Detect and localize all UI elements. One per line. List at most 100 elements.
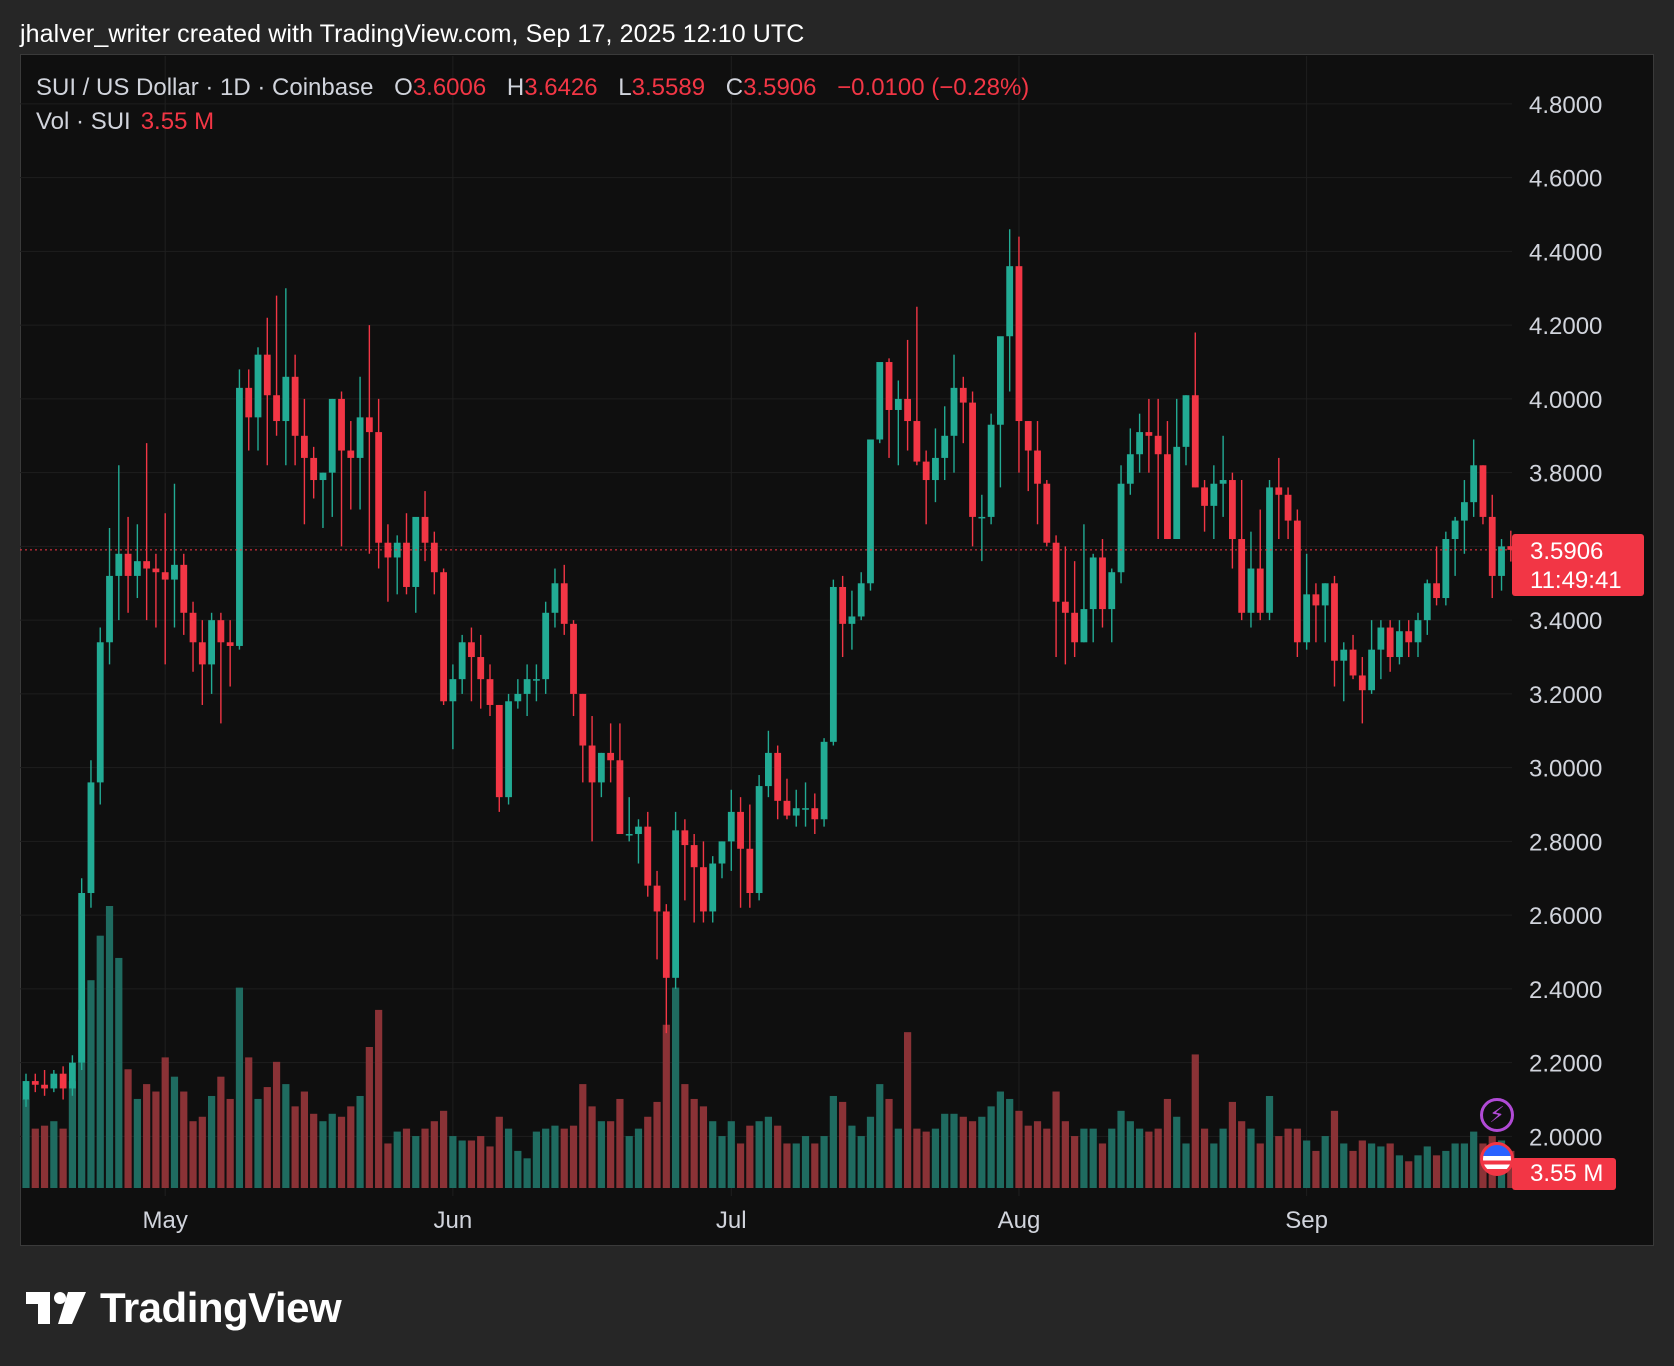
high-key: H (507, 74, 524, 101)
candle (255, 347, 262, 450)
volume-bar (1470, 1132, 1477, 1188)
volume-legend: Vol · SUI3.55 M (36, 108, 214, 136)
volume-bar (236, 988, 243, 1188)
volume-bar (1377, 1146, 1384, 1188)
volume-bar (384, 1143, 391, 1188)
lightning-icon[interactable]: ⚡ (1480, 1098, 1514, 1132)
volume-bar (765, 1117, 772, 1188)
candle (292, 355, 299, 466)
candle-body (561, 583, 568, 624)
volume-bar (709, 1121, 716, 1188)
volume-bar (579, 1084, 586, 1188)
candle-body (997, 336, 1004, 424)
candle-body (839, 587, 846, 624)
candle-body (635, 827, 642, 834)
candle-body (811, 808, 818, 819)
candle (1090, 554, 1097, 642)
candle-body (143, 561, 150, 568)
high-value: 3.6426 (524, 74, 597, 101)
candle (1053, 535, 1060, 657)
candle (765, 731, 772, 797)
candles (23, 229, 1515, 1107)
candle-body (598, 753, 605, 782)
candle (97, 628, 104, 805)
candlestick-chart[interactable]: 4.80004.60004.40004.20004.00003.80003.60… (0, 0, 1674, 1366)
candle-body (644, 827, 651, 886)
candle (1062, 546, 1069, 664)
volume-bar (134, 1099, 141, 1188)
us-flag-icon[interactable] (1480, 1142, 1514, 1176)
volume-bar (524, 1158, 531, 1188)
candle-body (830, 587, 837, 742)
candle-body (320, 473, 327, 480)
candle (849, 591, 856, 650)
candle (793, 790, 800, 827)
candle (951, 355, 958, 473)
volume-bar (960, 1117, 967, 1188)
candle-body (1229, 480, 1236, 539)
volume-bar (839, 1102, 846, 1188)
change-value: −0.0100 (−0.28%) (837, 74, 1029, 101)
volume-bar (598, 1121, 605, 1188)
symbol-title[interactable]: SUI / US Dollar · 1D · Coinbase (36, 74, 373, 101)
candle (477, 635, 484, 709)
candle-body (904, 399, 911, 421)
candle (60, 1066, 67, 1099)
volume-bar (1266, 1096, 1273, 1188)
candle (190, 602, 197, 672)
candle (784, 779, 791, 820)
candle-body (366, 417, 373, 432)
candle-body (1331, 583, 1338, 660)
candle-body (1285, 495, 1292, 521)
volume-bar (913, 1129, 920, 1188)
x-tick-label: Jul (716, 1207, 747, 1234)
tradingview-brand[interactable]: TradingView (24, 1284, 341, 1332)
candle (913, 307, 920, 466)
candle (1285, 487, 1292, 539)
candle-body (78, 893, 85, 1063)
volume-bar (412, 1136, 419, 1188)
candle (579, 694, 586, 782)
candle (208, 613, 215, 694)
y-tick-label: 4.0000 (1529, 387, 1602, 414)
volume-title[interactable]: Vol · SUI (36, 108, 131, 135)
last-price-value: 3.5906 (1530, 537, 1644, 566)
candle-body (756, 786, 763, 893)
candle-body (1350, 650, 1357, 676)
volume-bar (1247, 1129, 1254, 1188)
candle (143, 443, 150, 620)
volume-bar (87, 980, 94, 1188)
volume-bar (180, 1092, 187, 1188)
volume-bar (932, 1129, 939, 1188)
volume-bar (421, 1129, 428, 1188)
candle (1387, 620, 1394, 672)
candle-body (579, 694, 586, 746)
candle (932, 428, 939, 502)
candle-body (1164, 454, 1171, 539)
volume-bar (848, 1126, 855, 1188)
candle-body (32, 1081, 39, 1085)
volume-bar (1461, 1143, 1468, 1188)
candle (997, 336, 1004, 487)
candle (839, 576, 846, 657)
candle-body (1062, 602, 1069, 613)
volume-bar (635, 1129, 642, 1188)
volume-bar (171, 1077, 178, 1188)
volume-bar (533, 1132, 540, 1188)
candle-body (1220, 480, 1227, 484)
candle-body (895, 399, 902, 410)
volume-bar (876, 1084, 883, 1188)
candle-body (1145, 432, 1152, 436)
candle (700, 841, 707, 922)
candle-body (654, 886, 661, 912)
candle (301, 399, 308, 524)
volume-bar (1238, 1121, 1245, 1188)
candle-body (1359, 675, 1366, 690)
candle-body (533, 679, 540, 681)
candle-body (449, 679, 456, 701)
y-tick-label: 4.2000 (1529, 313, 1602, 340)
candle-body (1025, 421, 1032, 450)
candle (106, 528, 113, 664)
volume-bar (227, 1099, 234, 1188)
candle-body (1405, 631, 1412, 642)
